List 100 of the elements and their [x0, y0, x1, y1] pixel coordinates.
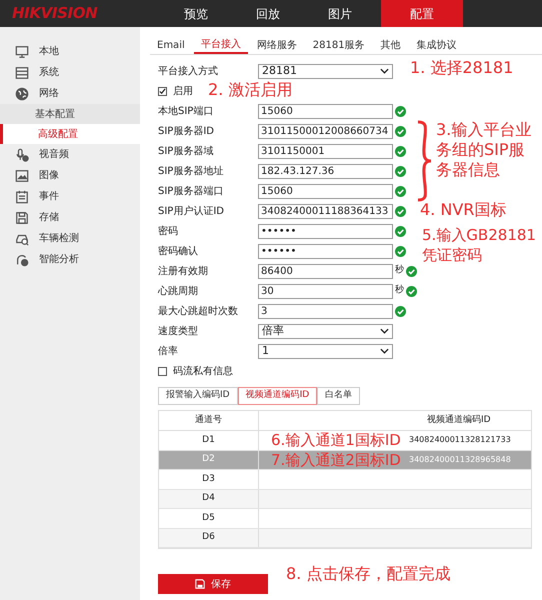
valid-check-icon [395, 146, 406, 156]
table-row[interactable]: D1 6.输入通道1国标ID 34082400011328121733 [159, 431, 531, 450]
valid-check-icon [395, 306, 406, 316]
annotation-text: 8. 点击保存，配置完成 [286, 564, 452, 584]
sidebar-subitem[interactable]: 基本配置 [0, 104, 140, 124]
nav-tab[interactable]: 预览 [160, 0, 232, 27]
annotation-text: 4. NVR国标 [420, 200, 508, 220]
valid-check-icon [395, 106, 406, 116]
input-field[interactable]: •••••• [258, 244, 393, 258]
nav-tab[interactable]: 配置 [381, 0, 463, 27]
valid-check-icon [406, 266, 417, 276]
sidebar-item[interactable]: 智能分析 [0, 249, 140, 270]
window-icon [15, 66, 29, 80]
valid-check-icon [395, 166, 406, 176]
input-field[interactable]: •••••• [258, 224, 393, 238]
caret-icon [380, 68, 389, 74]
nav-tab[interactable]: 回放 [232, 0, 304, 27]
unit-label: 秒 [395, 284, 404, 298]
sidebar-item[interactable]: 车辆检测 [0, 228, 140, 249]
dropdown[interactable]: 倍率 [258, 324, 393, 338]
annotation-text: 6.输入通道1国标ID [271, 431, 402, 450]
field-label: SIP服务器端口 [158, 184, 224, 198]
sidebar-item[interactable]: 系统 [0, 62, 140, 83]
input-field[interactable]: 15060 [258, 104, 393, 118]
input-field[interactable]: 31011500012008660734 [258, 124, 393, 138]
globe-icon [15, 86, 29, 100]
valid-check-icon [406, 286, 417, 296]
input-field[interactable]: 15060 [258, 184, 393, 198]
field-label: 速度类型 [158, 324, 199, 338]
settings-tab[interactable]: Email [150, 36, 192, 54]
monitor-icon [15, 44, 29, 58]
table-row[interactable]: D3 [159, 470, 531, 490]
table-cell: 34082400011328965848 [409, 454, 511, 466]
dropdown[interactable]: 1 [258, 344, 393, 358]
settings-tab[interactable]: 其他 [374, 36, 408, 54]
table-cell: D6 [159, 528, 259, 547]
checkbox[interactable] [158, 366, 167, 376]
input-field[interactable]: 3101150001 [258, 144, 393, 158]
input-field[interactable]: 3 [258, 304, 393, 318]
caret-icon [380, 348, 389, 354]
checkbox-label: 启用 [173, 84, 193, 98]
annotation-text: 2. 激活启用 [208, 80, 294, 100]
table-cell: D5 [159, 509, 259, 528]
checkbox-label: 码流私有信息 [173, 364, 233, 378]
settings-tab[interactable]: 网络服务 [250, 36, 304, 54]
annotation-text: 7.输入通道2国标ID [271, 450, 402, 469]
input-field[interactable]: 86400 [258, 264, 393, 278]
sub-tab[interactable]: 白名单 [317, 387, 360, 405]
field-label: 密码确认 [158, 244, 199, 258]
settings-tab[interactable]: 平台接入 [194, 36, 248, 54]
field-label: SIP服务器地址 [158, 164, 224, 178]
unit-label: 秒 [395, 264, 404, 278]
input-field[interactable]: 30 [258, 284, 393, 298]
settings-tab[interactable]: 集成协议 [410, 36, 464, 54]
input-field[interactable]: 182.43.127.36 [258, 164, 393, 178]
column-header: 通道号 [159, 411, 259, 430]
save-button[interactable]: 保存 [158, 574, 268, 594]
field-label: SIP服务器域 [158, 144, 214, 158]
sidebar-item[interactable]: 本地 [0, 41, 140, 62]
calendar-icon [15, 190, 29, 204]
sub-tab[interactable]: 报警输入编码ID [158, 387, 238, 405]
sidebar-item[interactable]: 事件 [0, 186, 140, 207]
field-label: 平台接入方式 [158, 64, 219, 78]
annotation-text: 5.输入GB28181凭证密码 [422, 225, 537, 265]
settings-tab[interactable]: 28181服务 [306, 36, 372, 54]
microphone-icon [15, 148, 29, 162]
table-cell: D3 [159, 470, 259, 488]
input-field[interactable]: 34082400011188364133 [258, 204, 393, 218]
sub-tab[interactable]: 视频通道编码ID [238, 387, 318, 405]
column-header: 视频通道编码ID [426, 414, 492, 427]
field-label: 心跳周期 [158, 284, 199, 298]
field-label: 最大心跳超时次数 [158, 304, 239, 318]
field-label: 注册有效期 [158, 264, 209, 278]
sidebar-item[interactable]: 图像 [0, 165, 140, 186]
table-row[interactable]: D4 [159, 490, 531, 509]
table-cell: 34082400011328121733 [409, 434, 511, 446]
table-cell: D4 [159, 490, 259, 508]
annotation-text: 3.输入平台业务组的SIP服务器信息 [436, 120, 532, 180]
table-row[interactable]: D6 [159, 528, 531, 548]
sidebar-subitem[interactable]: 高级配置 [0, 124, 140, 144]
valid-check-icon [395, 226, 406, 236]
sidebar-item[interactable]: 网络 [0, 83, 140, 104]
table-row[interactable]: D5 [159, 509, 531, 528]
sidebar-item[interactable]: 视音频 [0, 144, 140, 165]
field-label: 倍率 [158, 344, 179, 358]
field-label: 本地SIP端口 [158, 104, 214, 118]
logo: HIKVISION [11, 3, 98, 24]
sidebar-item[interactable]: 存储 [0, 207, 140, 228]
table-cell: D1 [159, 431, 259, 450]
valid-check-icon [395, 246, 406, 256]
annotation-text: 1. 选择28181 [410, 58, 514, 78]
valid-check-icon [395, 186, 406, 196]
nav-tab[interactable]: 图片 [304, 0, 376, 27]
checkbox[interactable] [158, 86, 167, 96]
dropdown[interactable]: 28181 [258, 64, 393, 78]
image-icon [15, 168, 29, 182]
caret-icon [380, 328, 389, 334]
valid-check-icon [395, 206, 406, 216]
field-label: SIP用户认证ID [158, 204, 225, 218]
table-cell: D2 [159, 450, 259, 469]
